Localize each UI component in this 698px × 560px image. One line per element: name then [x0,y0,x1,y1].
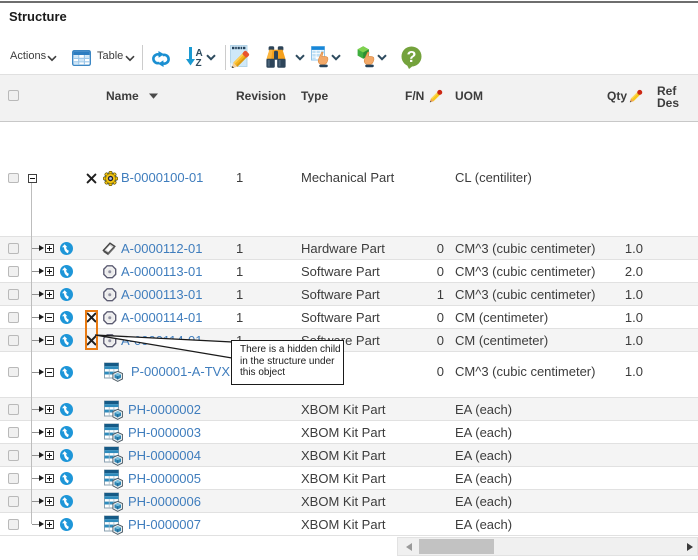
svg-text:Z: Z [196,58,202,67]
svg-text:?: ? [407,49,417,66]
